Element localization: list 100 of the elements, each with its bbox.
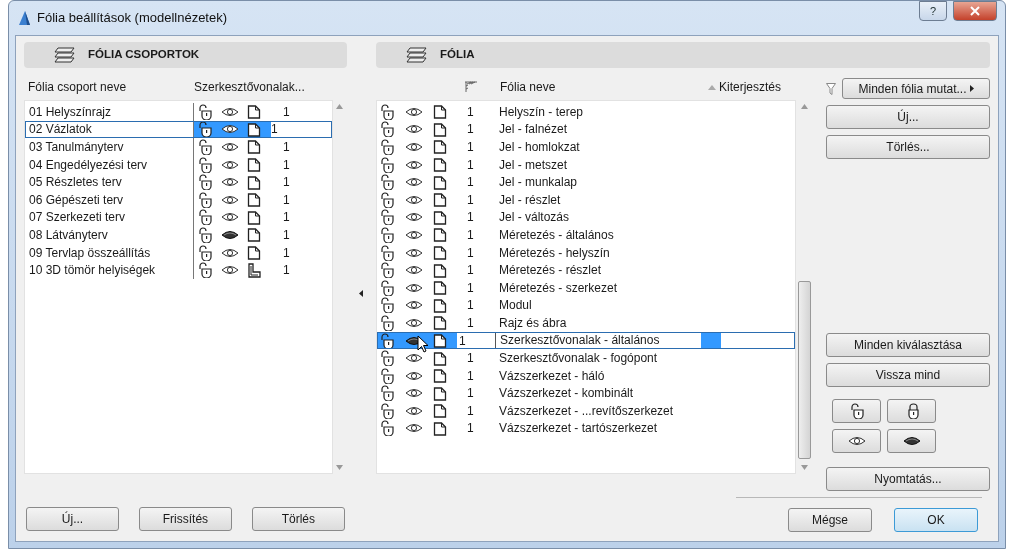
page-icon[interactable] — [433, 262, 447, 278]
unlocked-lock-icon[interactable] — [197, 244, 213, 261]
page-icon[interactable] — [247, 157, 261, 173]
list-row[interactable]: 07 Szerkezeti terv 1 — [25, 208, 332, 227]
page-icon[interactable] — [433, 297, 447, 313]
list-row[interactable]: 1 Méretezés - részlet — [377, 261, 795, 279]
page-icon[interactable] — [433, 209, 447, 225]
list-row[interactable]: 1 Jel - részlet — [377, 190, 795, 209]
list-row[interactable]: 1 Vázszerkezet - háló — [377, 366, 795, 385]
eye-icon[interactable] — [405, 299, 423, 312]
eye-icon[interactable] — [405, 141, 423, 153]
eye-icon[interactable] — [405, 387, 423, 400]
icon-button[interactable] — [887, 429, 936, 453]
page-icon[interactable] — [433, 315, 447, 331]
list-row[interactable]: 1 Helyszín - terep — [377, 103, 795, 121]
unlocked-lock-icon[interactable] — [197, 121, 213, 138]
list-row[interactable]: 1 Jel - metszet — [377, 155, 795, 174]
page-icon[interactable] — [247, 192, 261, 208]
eye-icon[interactable] — [221, 193, 239, 206]
unlocked-lock-icon[interactable] — [379, 297, 395, 314]
eye-icon[interactable] — [405, 369, 423, 382]
pen-column-icon[interactable] — [464, 81, 478, 93]
list-row[interactable]: 1 Jel - munkalap — [377, 173, 795, 191]
unlocked-lock-icon[interactable] — [197, 174, 213, 191]
page-icon[interactable] — [433, 192, 447, 208]
page-icon[interactable] — [247, 139, 261, 155]
page-icon[interactable] — [247, 227, 261, 243]
eye-icon[interactable] — [405, 422, 423, 435]
list-row[interactable]: 05 Részletes terv 1 — [25, 173, 332, 191]
cancel-button[interactable]: Mégse — [788, 507, 872, 532]
list-row[interactable]: 1 Méretezés - helyszín — [377, 243, 795, 262]
page-icon[interactable] — [433, 333, 447, 348]
eye-icon[interactable] — [405, 228, 423, 241]
list-row[interactable]: 09 Tervlap összeállítás 1 — [25, 243, 332, 262]
list-row[interactable]: 1 Rajz és ábra — [377, 314, 795, 332]
unlocked-lock-icon[interactable] — [379, 332, 395, 349]
unlocked-lock-icon[interactable] — [379, 103, 395, 120]
button[interactable]: Új... — [826, 105, 990, 129]
list-row[interactable]: 1 Jel - falnézet — [377, 120, 795, 139]
unlocked-lock-icon[interactable] — [379, 350, 395, 367]
page-icon[interactable] — [247, 209, 261, 225]
unlocked-lock-icon[interactable] — [197, 262, 213, 279]
page-icon[interactable] — [247, 104, 261, 120]
list-row[interactable]: 04 Engedélyezési terv 1 — [25, 155, 332, 174]
page-icon[interactable] — [433, 350, 447, 366]
list-row[interactable]: 1 Vázszerkezet - tartószerkezet — [377, 419, 795, 438]
unlocked-lock-icon[interactable] — [379, 156, 395, 173]
eye-icon[interactable] — [221, 141, 239, 153]
page-icon[interactable] — [433, 280, 447, 296]
unlocked-lock-icon[interactable] — [379, 402, 395, 419]
unlocked-lock-icon[interactable] — [379, 314, 395, 331]
eye-icon[interactable] — [221, 211, 239, 224]
close-button[interactable] — [953, 1, 997, 21]
unlocked-lock-icon[interactable] — [379, 139, 395, 155]
page-icon[interactable] — [433, 245, 447, 261]
list-row[interactable]: 06 Gépészeti terv 1 — [25, 190, 332, 209]
page-icon[interactable] — [433, 121, 447, 137]
page-icon[interactable] — [247, 121, 261, 137]
list-row[interactable]: 01 Helyszínrajz 1 — [25, 103, 332, 121]
button[interactable]: Vissza mind — [826, 363, 990, 387]
button[interactable]: Törlés... — [826, 135, 990, 159]
eye-icon[interactable] — [405, 123, 423, 136]
unlocked-lock-icon[interactable] — [379, 244, 395, 261]
column-header[interactable]: Kiterjesztés — [708, 78, 782, 96]
column-header[interactable]: Szerkesztővonalak... — [194, 78, 305, 96]
eye-icon[interactable] — [221, 123, 239, 136]
page-icon[interactable] — [433, 104, 447, 120]
list-row[interactable]: 02 Vázlatok 1 — [25, 120, 332, 139]
solid-block-icon[interactable] — [247, 262, 261, 278]
unlocked-lock-icon[interactable] — [197, 139, 213, 155]
list-row[interactable]: 03 Tanulmányterv 1 — [25, 138, 332, 156]
page-icon[interactable] — [247, 174, 261, 190]
unlocked-lock-icon[interactable] — [197, 103, 213, 120]
list-row[interactable]: 10 3D tömör helyiségek 1 — [25, 261, 332, 279]
page-icon[interactable] — [433, 139, 447, 155]
list-row[interactable]: 1 Modul — [377, 296, 795, 315]
list-row[interactable]: 1 Jel - változás — [377, 208, 795, 227]
page-icon[interactable] — [433, 403, 447, 419]
unlocked-lock-icon[interactable] — [197, 209, 213, 226]
print-button[interactable]: Nyomtatás... — [826, 467, 990, 491]
page-icon[interactable] — [433, 227, 447, 243]
list-row[interactable]: 1 Méretezés - szerkezet — [377, 278, 795, 297]
unlocked-lock-icon[interactable] — [379, 262, 395, 279]
scrollbar-thumb[interactable] — [797, 281, 811, 459]
unlocked-lock-icon[interactable] — [379, 174, 395, 191]
list-row[interactable]: 1 Szerkesztővonalak - fogópont — [377, 349, 795, 367]
eye-icon[interactable] — [221, 176, 239, 189]
unlocked-lock-icon[interactable] — [379, 209, 395, 226]
eye-icon[interactable] — [221, 246, 239, 259]
icon-button[interactable] — [887, 399, 936, 423]
eye-icon[interactable] — [405, 264, 423, 277]
eye-icon[interactable] — [405, 105, 423, 118]
collapse-arrow-icon[interactable] — [359, 290, 364, 297]
button[interactable]: Frissítés — [138, 507, 232, 531]
unlocked-lock-icon[interactable] — [197, 191, 213, 208]
eye-icon[interactable] — [405, 281, 423, 294]
help-button[interactable]: ? — [919, 1, 947, 21]
unlocked-lock-icon[interactable] — [379, 279, 395, 296]
page-icon[interactable] — [433, 421, 447, 436]
unlocked-lock-icon[interactable] — [379, 385, 395, 402]
